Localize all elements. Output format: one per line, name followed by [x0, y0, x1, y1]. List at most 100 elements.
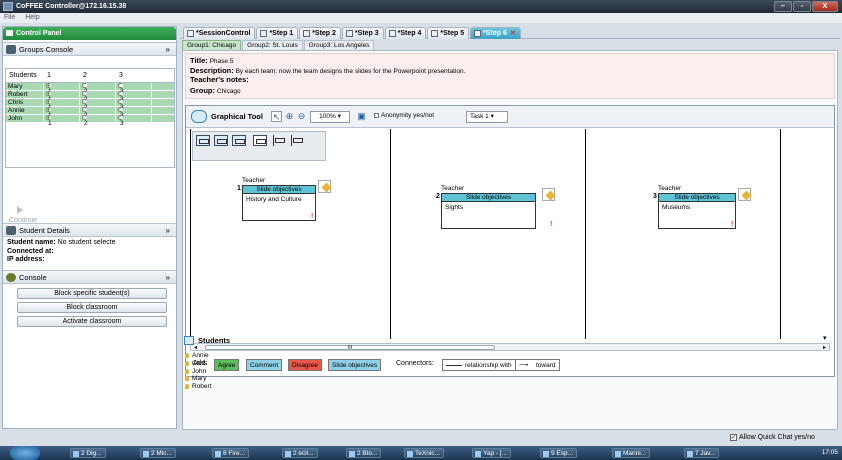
palette-slide-icon[interactable]	[232, 135, 246, 146]
taskbar-item[interactable]: Yap - [...	[472, 448, 512, 458]
group-radio[interactable]: 1	[44, 99, 80, 111]
edit-note-icon[interactable]	[318, 180, 331, 193]
student-details-header[interactable]: Student Details »	[3, 223, 176, 237]
graph-canvas[interactable]: Teacher 1 Slide objectives History and C…	[190, 129, 830, 339]
minimize-button[interactable]: –	[774, 1, 792, 12]
slide-number: 3	[653, 193, 657, 200]
taskbar-label: Manni...	[623, 450, 647, 457]
quick-chat-toggle[interactable]: ✓ Allow Quick Chat yes/no	[730, 433, 815, 442]
group-radio[interactable]: 1	[44, 107, 80, 119]
menu-help[interactable]: Help	[25, 14, 39, 21]
slide-node-3[interactable]: Teacher 3 Slide objectives Museums !	[653, 185, 751, 230]
tab-icon	[260, 30, 268, 37]
palette-slide-icon[interactable]	[196, 135, 210, 146]
anonymity-toggle[interactable]: Anonymity yes/not	[374, 111, 462, 123]
tab-step-4[interactable]: *Step 4	[384, 27, 427, 39]
disagree-button[interactable]: Disagree	[288, 359, 323, 371]
panel-menu-chevron-icon[interactable]: ▾	[823, 334, 827, 342]
student-details-body: Student name: No student selecte Connect…	[7, 239, 177, 265]
save-icon[interactable]: ▣	[356, 111, 367, 122]
taskbar-item[interactable]: 2 ecli...	[282, 448, 318, 458]
palette-slide-icon[interactable]	[214, 135, 228, 146]
group-radio[interactable]: 2	[80, 107, 116, 119]
tab-step-2[interactable]: *Step 2	[299, 27, 341, 39]
tab-step-6[interactable]: *Step 6 ✕	[470, 27, 521, 39]
taskbar-item[interactable]: 9 Esp...	[540, 448, 578, 458]
tab-group-los-angeles[interactable]: Group3: Los Angeles	[303, 40, 375, 50]
slide-box[interactable]: Slide objectives Museums	[658, 193, 736, 229]
group-radio[interactable]: 1	[44, 115, 80, 127]
description-value: By each team: now the team designs the s…	[235, 67, 466, 75]
palette-slide-icon[interactable]	[253, 135, 267, 146]
group-radio[interactable]: 3	[116, 107, 152, 119]
slide-node-2[interactable]: Teacher 2 Slide objectives Sights !	[436, 185, 555, 230]
comment-button[interactable]: Comment	[246, 359, 283, 371]
group-radio[interactable]: 3	[116, 115, 152, 127]
agree-button[interactable]: Agree	[214, 359, 240, 371]
taskbar-item[interactable]: 8 Fire...	[212, 448, 250, 458]
student-name: Mary	[6, 83, 44, 90]
taskbar-item[interactable]: Manni...	[612, 448, 651, 458]
group-radio[interactable]: 2	[80, 91, 116, 103]
slide-box[interactable]: Slide objectives History and Culture	[242, 185, 316, 221]
zoom-select[interactable]: 100% ▾	[310, 111, 350, 123]
block-specific-button[interactable]: Block specific student(s)	[17, 288, 167, 299]
zoom-out-icon[interactable]: ⊖	[296, 111, 307, 122]
tab-group-chicago[interactable]: Group1: Chicago	[182, 40, 242, 50]
close-tab-icon[interactable]: ✕	[510, 30, 516, 37]
taskbar-item[interactable]: 7 Jav...	[684, 448, 720, 458]
list-item[interactable]: Robert	[184, 383, 212, 391]
tab-step-3[interactable]: *Step 3	[341, 27, 384, 39]
taskbar-label: 2 ecli...	[293, 450, 314, 457]
select-pointer-icon[interactable]: ↖	[271, 111, 282, 122]
list-item[interactable]: John	[184, 368, 212, 376]
toward-connector-button[interactable]: ⟶ toward	[515, 359, 560, 371]
taskbar-label: Yap - [...	[483, 450, 508, 457]
collapse-chevron-icon[interactable]: »	[166, 271, 170, 284]
taskbar-item[interactable]: 2 Dig...	[70, 448, 106, 458]
list-item[interactable]: Annie	[184, 352, 212, 360]
group-radio[interactable]: 1	[44, 83, 80, 95]
group-radio[interactable]: 3	[116, 83, 152, 95]
anonymity-checkbox[interactable]	[374, 112, 379, 118]
collapse-chevron-icon[interactable]: »	[166, 43, 170, 56]
tab-session-control[interactable]: *SessionControl	[183, 27, 256, 39]
edit-note-icon[interactable]	[542, 188, 555, 201]
group-radio[interactable]: 2	[80, 99, 116, 111]
list-item[interactable]: Chris	[184, 360, 212, 368]
tab-group-st-louis[interactable]: Group2: St. Louis	[242, 40, 303, 50]
tab-label: *Step 4	[397, 30, 422, 37]
task-select[interactable]: Task 1 ▾	[466, 111, 508, 123]
edit-note-icon[interactable]	[738, 188, 751, 201]
zoom-in-icon[interactable]: ⊕	[284, 111, 295, 122]
relationship-connector-button[interactable]: relationship with	[442, 359, 516, 371]
group-radio[interactable]: 2	[80, 83, 116, 95]
slide-owner: Teacher	[658, 185, 682, 192]
groups-console-header[interactable]: Groups Console »	[3, 42, 176, 56]
slide-objectives-button[interactable]: Slide objectives	[328, 359, 382, 371]
student-name-label: Student name:	[7, 239, 56, 246]
tab-step-1[interactable]: *Step 1	[256, 27, 299, 39]
group-radio[interactable]: 3	[116, 99, 152, 111]
slide-box[interactable]: Slide objectives Sights	[441, 193, 536, 229]
start-button[interactable]	[10, 446, 40, 460]
maximize-button[interactable]: ▫	[793, 1, 811, 12]
column-header: 2	[83, 72, 87, 79]
list-item[interactable]: Mary	[184, 375, 212, 383]
taskbar-item[interactable]: TeXnic...	[404, 448, 444, 458]
close-button[interactable]: X	[812, 1, 838, 12]
group-radio[interactable]: 1	[44, 91, 80, 103]
taskbar-app-icon	[615, 451, 621, 457]
slide-node-1[interactable]: Teacher 1 Slide objectives History and C…	[237, 177, 331, 222]
group-radio[interactable]: 2	[80, 115, 116, 127]
taskbar-item[interactable]: 2 Mic...	[140, 448, 176, 458]
tab-step-5[interactable]: *Step 5	[427, 27, 470, 39]
menu-file[interactable]: File	[4, 14, 15, 21]
console-header[interactable]: Console »	[3, 270, 176, 284]
activate-classroom-button[interactable]: Activate classroom	[17, 316, 167, 327]
group-radio[interactable]: 3	[116, 91, 152, 103]
taskbar-item[interactable]: 2 Blo...	[346, 448, 382, 458]
quick-chat-checkbox[interactable]: ✓	[730, 433, 737, 441]
collapse-chevron-icon[interactable]: »	[166, 224, 170, 237]
block-classroom-button[interactable]: Block classroom	[17, 302, 167, 313]
